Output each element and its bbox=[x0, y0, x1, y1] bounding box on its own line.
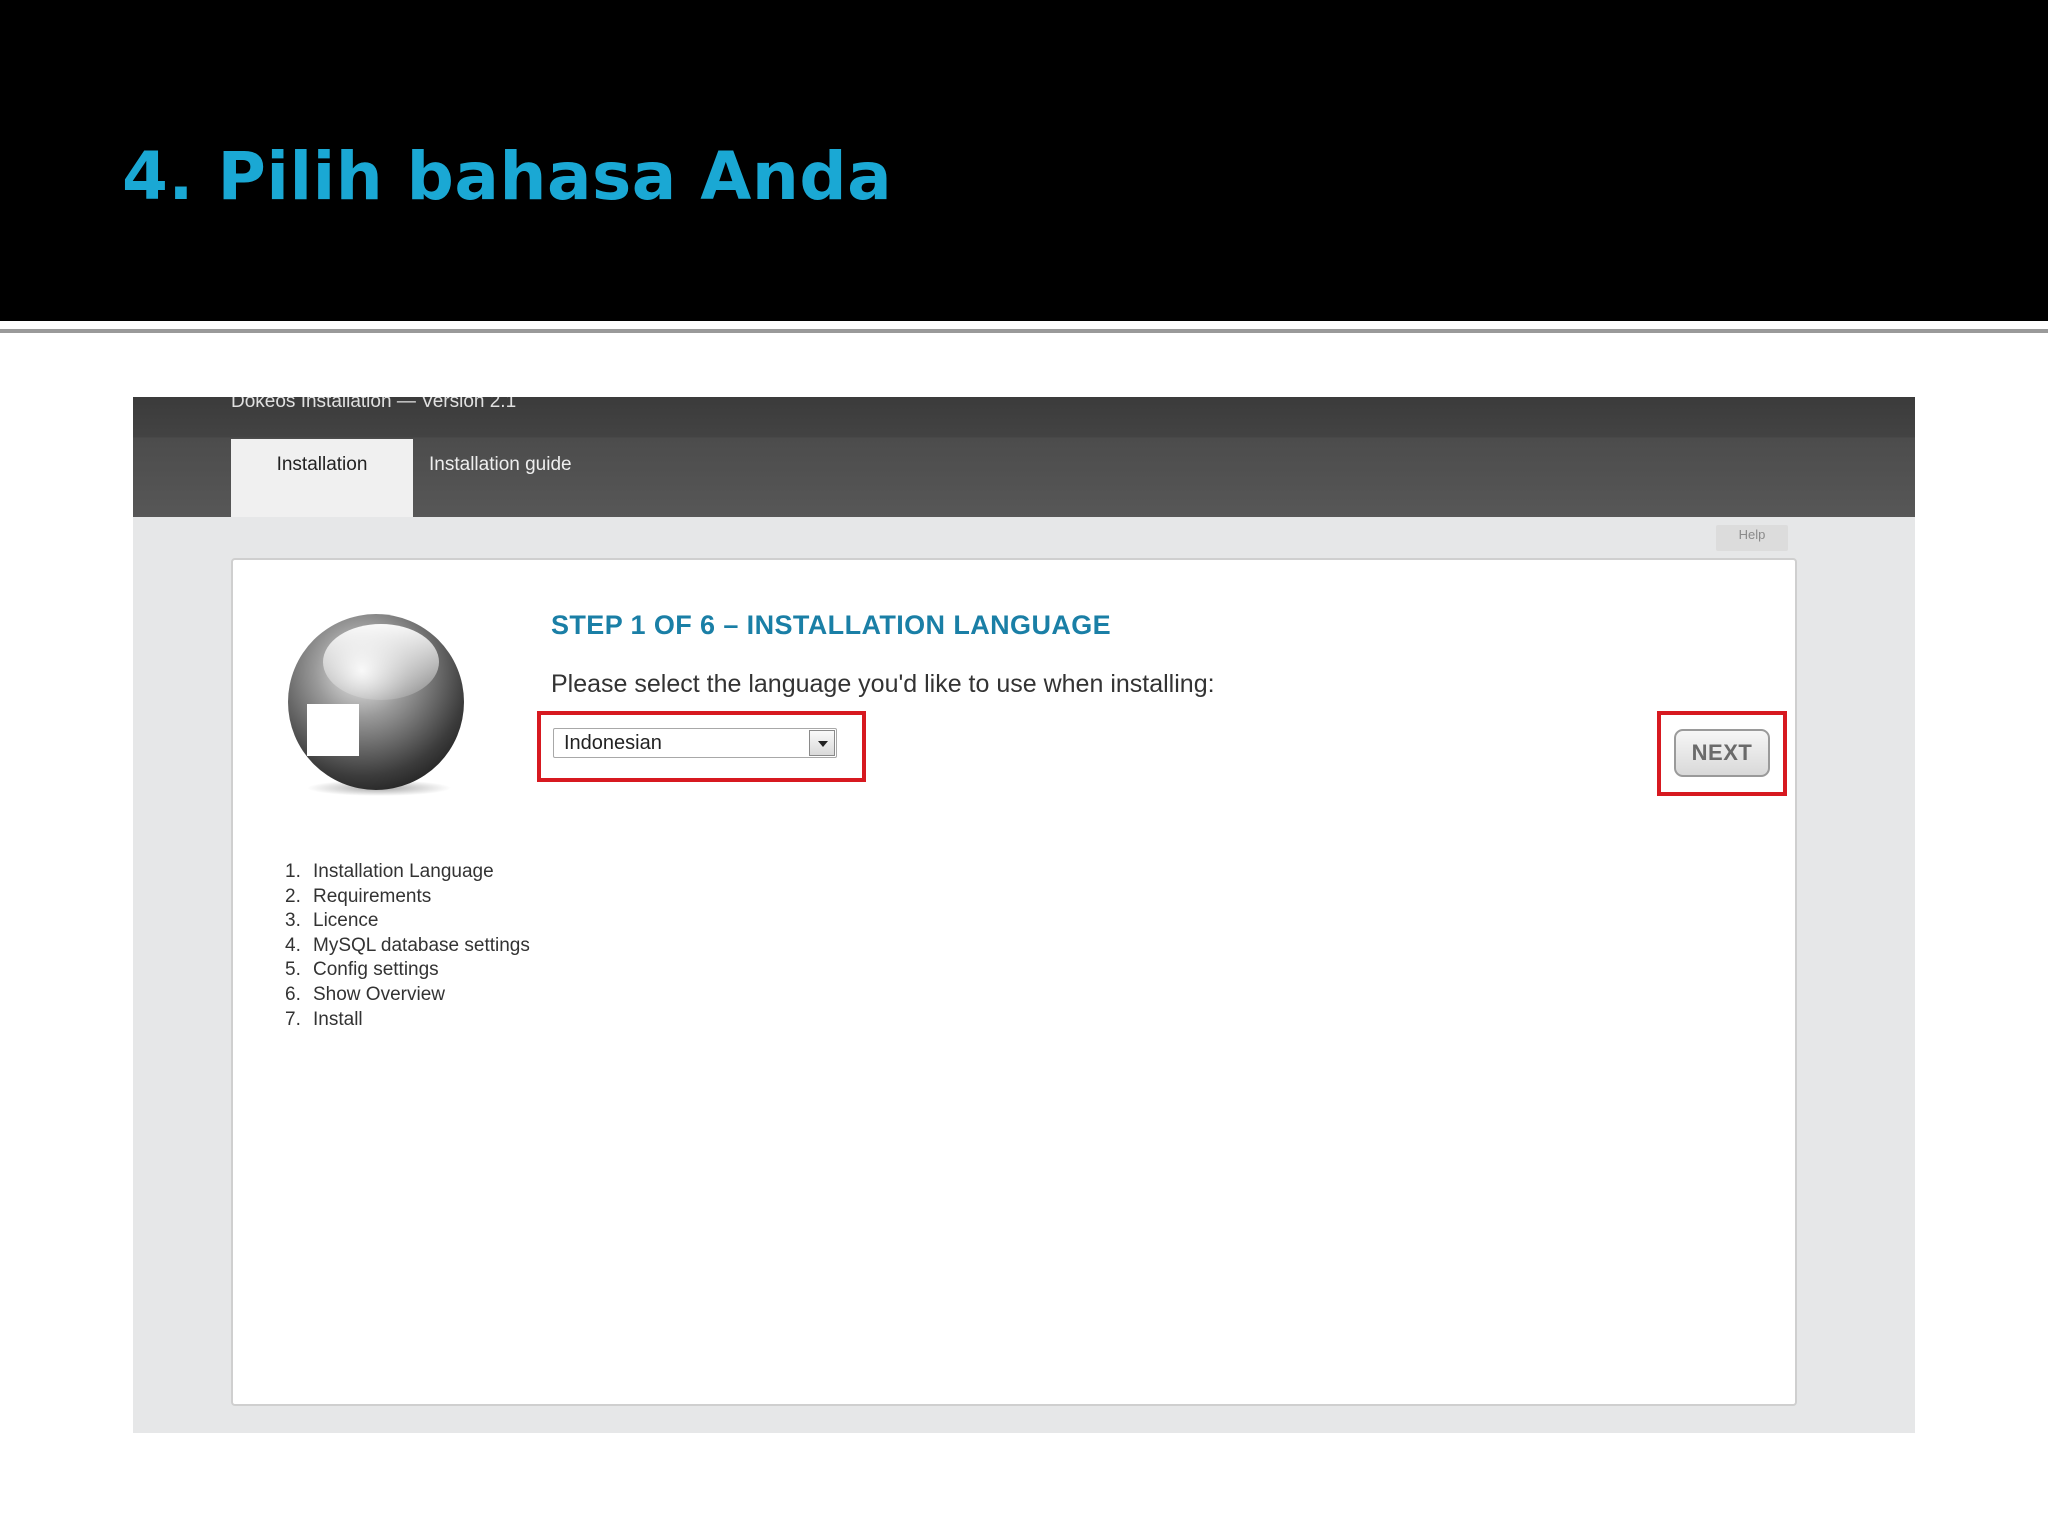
installer-header: Dokeos Installation — Version 2.1 Instal… bbox=[133, 397, 1915, 517]
step-title: STEP 1 OF 6 – INSTALLATION LANGUAGE bbox=[551, 610, 1112, 640]
list-item: 6. Show Overview bbox=[285, 983, 445, 1005]
installation-panel: STEP 1 OF 6 – INSTALLATION LANGUAGE Plea… bbox=[231, 558, 1797, 1406]
slide-title: 4. Pilih bahasa Anda bbox=[122, 138, 893, 215]
list-item: 7. Install bbox=[285, 1008, 363, 1030]
installer-title: Dokeos Installation — Version 2.1 bbox=[231, 397, 517, 412]
slide-divider bbox=[0, 329, 2048, 333]
tab-installation[interactable]: Installation bbox=[231, 439, 413, 517]
chevron-down-icon[interactable] bbox=[809, 730, 835, 756]
tab-installation-guide[interactable]: Installation guide bbox=[429, 439, 604, 517]
installation-steps-list: 1. Installation Language 2. Requirements 3… bbox=[285, 860, 530, 1032]
list-item: 5. Config settings bbox=[285, 959, 439, 981]
help-link[interactable]: Help bbox=[1716, 525, 1788, 551]
step-instruction: Please select the language you'd like to… bbox=[551, 670, 1215, 698]
installer-window: Dokeos Installation — Version 2.1 Instal… bbox=[133, 397, 1915, 1433]
list-item: 4. MySQL database settings bbox=[285, 934, 530, 956]
list-item: 2. Requirements bbox=[285, 885, 432, 907]
language-select[interactable]: Indonesian bbox=[553, 728, 837, 758]
language-select-value: Indonesian bbox=[564, 732, 662, 754]
list-item: 1. Installation Language bbox=[285, 861, 494, 882]
slide-header: 4. Pilih bahasa Anda bbox=[0, 0, 2048, 321]
dokeos-sphere-icon bbox=[288, 614, 464, 796]
next-button[interactable]: NEXT bbox=[1674, 729, 1770, 777]
list-item: 3. Licence bbox=[285, 910, 379, 932]
